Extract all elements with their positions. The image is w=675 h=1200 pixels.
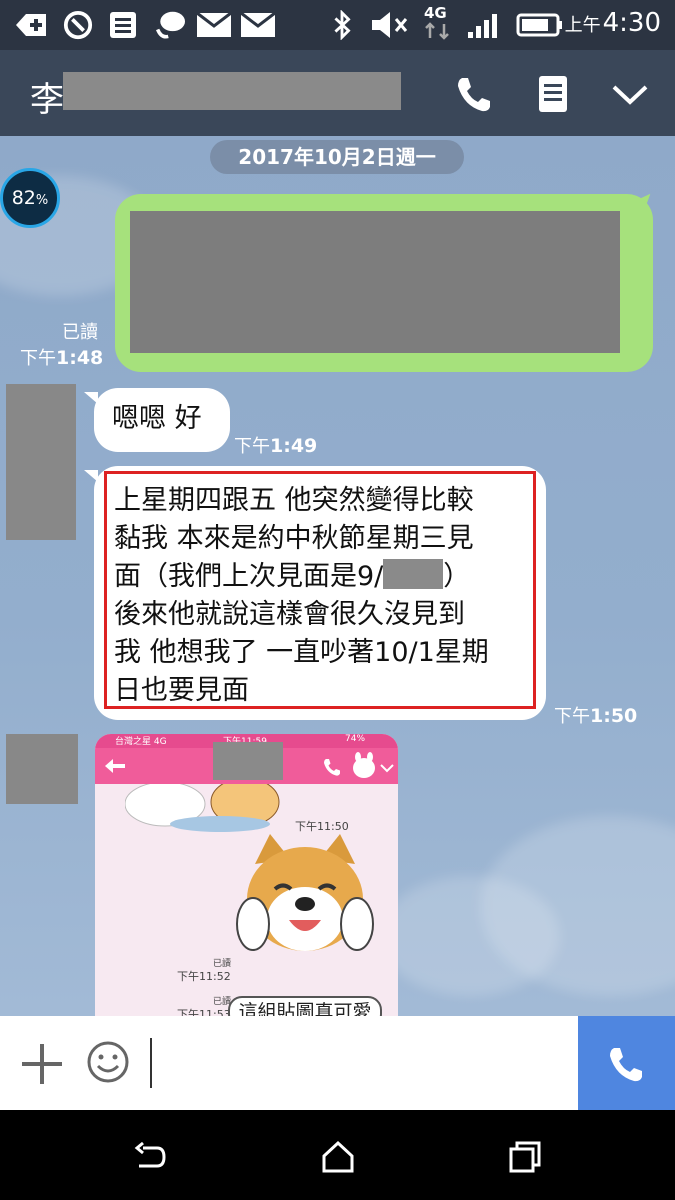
sticker-icon xyxy=(353,752,375,778)
battery-overlay-unit: % xyxy=(35,193,49,208)
sticker-image xyxy=(125,784,280,832)
time-value: 1:48 xyxy=(56,347,104,369)
clock-ampm: 上午 xyxy=(564,15,601,36)
clock: 上午4:30 xyxy=(565,8,661,38)
time-prefix: 下午 xyxy=(554,706,590,727)
battery-overlay-value: 82 xyxy=(11,187,36,209)
read-receipt: 已讀 xyxy=(62,322,98,343)
message-time: 下午1:48 xyxy=(20,344,103,370)
contact-name[interactable]: 李 xyxy=(30,72,64,121)
screenshot-carrier: 台灣之星 4G xyxy=(115,737,167,747)
plus-icon[interactable] xyxy=(20,1042,64,1086)
recents-icon[interactable] xyxy=(508,1140,542,1174)
battery-icon xyxy=(516,13,562,37)
redacted-name xyxy=(213,742,283,780)
avatar[interactable] xyxy=(6,384,76,540)
message-time: 下午1:50 xyxy=(554,702,637,728)
chat-area[interactable]: 2017年10月2日週一 82% 已讀 下午1:48 嗯嗯 好 下午1:49 上… xyxy=(0,136,675,1016)
status-bar: 4G 上午4:30 xyxy=(0,0,675,50)
call-button[interactable] xyxy=(578,1016,675,1110)
screenshot-caption: 這組貼圖真可愛 xyxy=(228,996,382,1016)
screenshot-timestamp: 下午11:52 xyxy=(177,970,231,983)
screenshot-timestamp: 下午11:53 xyxy=(177,1008,231,1016)
date-separator: 2017年10月2日週一 xyxy=(210,140,464,174)
phone-icon[interactable] xyxy=(452,72,496,116)
redacted-message xyxy=(130,211,620,353)
time-value: 1:49 xyxy=(270,435,318,457)
notes-icon[interactable] xyxy=(531,72,575,116)
home-icon[interactable] xyxy=(321,1140,355,1174)
message-text: 嗯嗯 好 xyxy=(112,403,202,434)
signal-icon xyxy=(468,14,497,38)
back-icon[interactable] xyxy=(133,1140,167,1174)
phone-icon xyxy=(610,1048,642,1082)
mute-icon xyxy=(372,12,408,38)
chat-icon xyxy=(156,11,185,39)
time-prefix: 下午 xyxy=(234,436,270,457)
phone-icon xyxy=(324,759,340,776)
sync-icon xyxy=(63,10,93,40)
screenshot-battery: 74% xyxy=(345,734,366,744)
emoji-icon[interactable] xyxy=(86,1040,130,1084)
chevron-down-icon xyxy=(380,764,394,773)
message-time: 下午1:49 xyxy=(234,432,317,458)
screenshot-timestamp: 下午11:50 xyxy=(295,820,349,833)
network-label: 4G xyxy=(424,4,447,22)
shiba-sticker xyxy=(236,834,374,951)
nav-bar xyxy=(0,1110,675,1200)
clock-time: 4:30 xyxy=(602,8,661,38)
highlight-box xyxy=(104,471,536,709)
notes-icon xyxy=(110,12,136,38)
redacted-name xyxy=(63,72,401,110)
battery-overlay: 82% xyxy=(0,168,60,228)
chevron-down-icon[interactable] xyxy=(608,72,652,116)
message-input[interactable] xyxy=(150,1038,152,1088)
time-prefix: 下午 xyxy=(20,348,56,369)
time-value: 1:50 xyxy=(590,705,638,727)
background-cloud xyxy=(380,876,560,996)
mail-icon xyxy=(240,11,276,37)
bluetooth-icon xyxy=(334,10,351,40)
image-message[interactable]: 台灣之星 4G 下午11:59 74% 下午11:50 已讀 下午 xyxy=(95,734,398,1016)
back-arrow-icon xyxy=(105,759,125,773)
avatar[interactable] xyxy=(6,734,78,804)
input-bar xyxy=(0,1016,675,1110)
4g-icon: 4G xyxy=(424,4,450,40)
mail-icon xyxy=(196,11,232,37)
add-icon xyxy=(16,14,46,36)
